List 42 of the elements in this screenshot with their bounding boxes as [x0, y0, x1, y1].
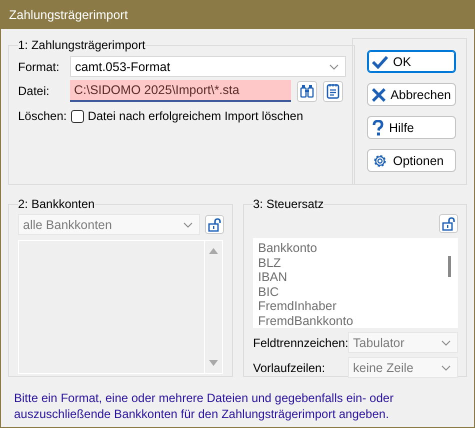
scroll-down-icon [209, 360, 218, 366]
checkmark-icon [372, 54, 388, 68]
dropdown-chevron-icon [329, 64, 339, 70]
field-label: Format: [18, 60, 60, 74]
list-item[interactable]: FremdBankkonto [258, 314, 441, 327]
cancel-button[interactable]: Abbrechen [367, 83, 456, 106]
checkbox[interactable] [70, 110, 84, 122]
settings-icon [372, 152, 388, 168]
list-item[interactable]: FremdInhaber [258, 299, 441, 314]
field-list[interactable]: Bankkonto BLZ IBAN BIC FremdInhaber FremdBankkonto [253, 238, 458, 328]
format-dropdown[interactable]: camt.053-Format [70, 56, 346, 77]
list-item[interactable]: Bankkonto [258, 241, 441, 256]
scroll-up-icon [209, 248, 218, 254]
question-mark-icon [372, 120, 384, 136]
open-lock-icon [442, 216, 456, 230]
dropdown-chevron-icon [441, 340, 451, 346]
ok-button[interactable]: OK [367, 50, 456, 73]
dropdown-chevron-icon [183, 222, 193, 228]
help-button[interactable]: Hilfe [367, 116, 456, 139]
list-item[interactable]: IBAN [258, 270, 441, 285]
field-label: Vorlaufzeilen: [253, 360, 326, 374]
field-label: Datei: [18, 84, 50, 98]
hint-text: Bitte ein Format, eine oder mehrere Dateien und gegebenfalls ein- oder auszuschließende Bankkonten für den Zahlungsträgerimport angeben. [13, 390, 395, 422]
group-title: 2: Bankkonten [18, 197, 95, 211]
window-title: Zahlungsträgerimport [1, 1, 474, 29]
lock-button[interactable] [205, 215, 224, 234]
binoculars-button[interactable] [297, 80, 317, 102]
group-title: 3: Steuersatz [253, 197, 324, 211]
lock-button[interactable] [439, 214, 458, 233]
dropdown-chevron-icon [441, 364, 451, 370]
open-lock-icon [208, 218, 222, 232]
notepad-button[interactable] [323, 80, 343, 102]
list-item[interactable]: BIC [258, 284, 441, 300]
options-button[interactable]: Optionen [367, 149, 456, 172]
checkbox-label: Datei nach erfolgreichem Import löschen [88, 109, 304, 123]
scrollbar-thumb[interactable] [448, 256, 451, 277]
group-title: 1: Zahlungsträgerimport [18, 38, 146, 52]
field-label: Löschen: [18, 109, 67, 123]
file-path-field[interactable]: C:\SIDOMO 2025\Import\*.sta [70, 80, 291, 102]
list-item[interactable]: BLZ [258, 256, 441, 270]
field-label: Feldtrennzeichen: [253, 336, 348, 350]
close-icon [372, 88, 386, 102]
